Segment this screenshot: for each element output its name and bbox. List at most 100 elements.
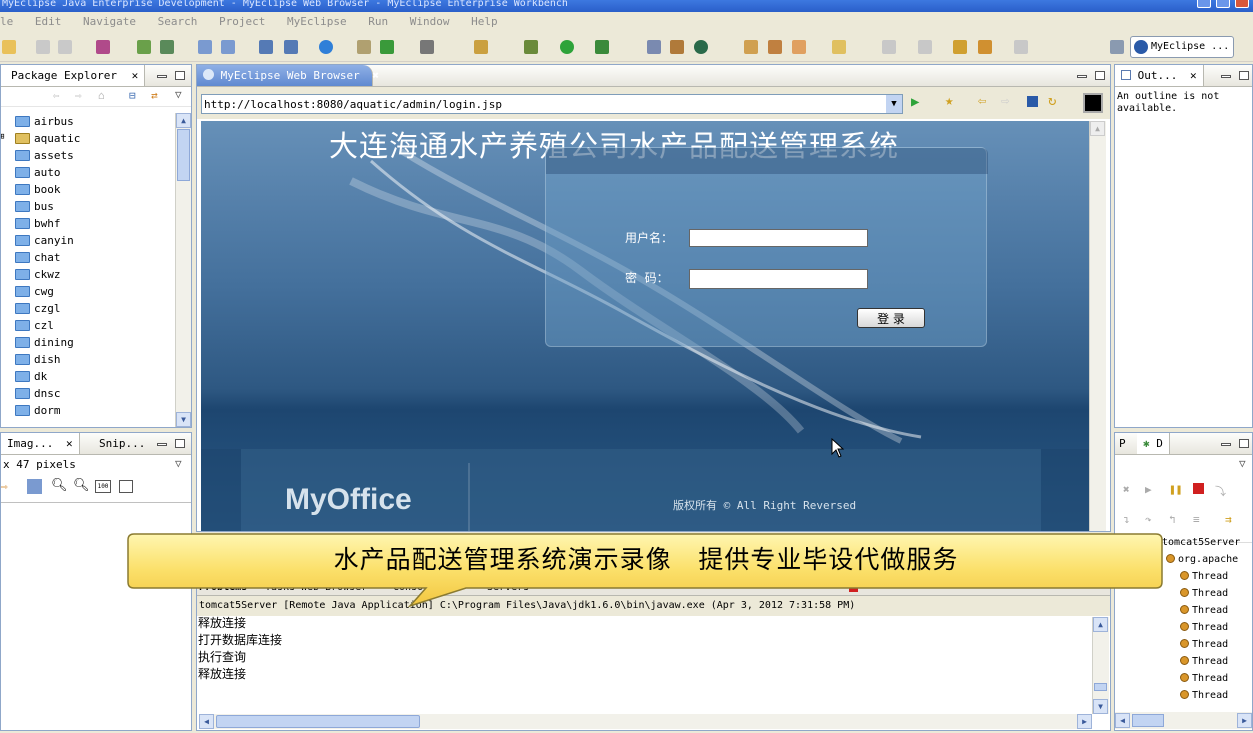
close-icon[interactable]: ✖	[372, 69, 379, 82]
view-menu-icon[interactable]: ▽	[175, 88, 182, 101]
debug-tree-item[interactable]: Thread	[1180, 670, 1228, 687]
minimize-icon[interactable]	[157, 443, 167, 446]
prev-annotation-icon[interactable]	[918, 40, 932, 54]
maximize-icon[interactable]	[1239, 71, 1249, 80]
menu-edit[interactable]: Edit	[35, 15, 62, 28]
tree-item[interactable]: bus	[15, 198, 54, 215]
scroll-up-icon[interactable]: ▲	[1090, 121, 1105, 136]
server-config-icon[interactable]	[221, 40, 235, 54]
tree-item[interactable]: dk	[15, 368, 47, 385]
scroll-down-icon[interactable]: ▼	[1093, 699, 1108, 714]
c-icon[interactable]	[694, 40, 708, 54]
login-button[interactable]: 登 录	[857, 308, 925, 328]
menu-myeclipse[interactable]: MyEclipse	[287, 15, 347, 28]
maximize-icon[interactable]	[175, 71, 185, 80]
tab-web-browser[interactable]: MyEclipse Web Browser ✖	[197, 65, 379, 86]
disconnect-icon[interactable]: ⤵	[1215, 483, 1226, 499]
scroll-thumb[interactable]	[216, 715, 420, 728]
tree-item[interactable]: dorm	[15, 402, 61, 419]
menu-window[interactable]: Window	[410, 15, 450, 28]
run-icon[interactable]	[560, 40, 574, 54]
refresh-icon[interactable]	[380, 40, 394, 54]
menu-file[interactable]: le	[0, 15, 13, 28]
wizard-icon[interactable]	[474, 40, 488, 54]
new-web-project-icon[interactable]	[259, 40, 273, 54]
globe-icon[interactable]	[319, 40, 333, 54]
scroll-down-icon[interactable]: ▼	[176, 412, 191, 427]
browser-tool-icon[interactable]	[1083, 93, 1103, 113]
link-editor-icon[interactable]: ⇄	[151, 89, 158, 102]
minimize-icon[interactable]	[1221, 443, 1231, 446]
resume-icon[interactable]: ▶	[1145, 483, 1152, 496]
minimize-window-button[interactable]	[1197, 0, 1211, 8]
debug-tree-item[interactable]: Thread	[1180, 636, 1228, 653]
debug-tree-item[interactable]: Thread	[1180, 602, 1228, 619]
close-icon[interactable]: ✕	[66, 437, 73, 450]
tree-item[interactable]: cwg	[15, 283, 54, 300]
maximize-window-button[interactable]	[1216, 0, 1230, 8]
perspective-myeclipse[interactable]: MyEclipse ...	[1130, 36, 1234, 58]
collapse-all-icon[interactable]: ⊟	[129, 89, 136, 102]
save-icon[interactable]	[36, 40, 50, 54]
image-icon[interactable]	[27, 479, 42, 494]
tree-item[interactable]: dining	[15, 334, 74, 351]
open-folder-icon[interactable]	[744, 40, 758, 54]
minimize-icon[interactable]	[1221, 75, 1231, 78]
menu-project[interactable]: Project	[219, 15, 265, 28]
back-arrow-icon[interactable]: ⇦	[53, 89, 60, 102]
use-step-filters-icon[interactable]: ⇉	[1225, 513, 1232, 526]
tree-item[interactable]: aquatic	[15, 130, 80, 147]
tree-item[interactable]: book	[15, 181, 61, 198]
forward-icon[interactable]: ⇨	[1001, 93, 1009, 109]
maximize-icon[interactable]	[1095, 71, 1105, 80]
step-into-icon[interactable]: ↴	[1123, 513, 1130, 526]
new-folder-icon[interactable]	[647, 40, 661, 54]
new-class-icon[interactable]	[284, 40, 298, 54]
go-icon[interactable]: ▶	[911, 94, 919, 110]
remove-terminated-icon[interactable]: ✖	[1123, 483, 1130, 496]
scroll-left-icon[interactable]: ◀	[199, 714, 214, 729]
zoom-in-icon[interactable]: 🔍︎	[73, 478, 90, 493]
scroll-right-icon[interactable]: ▶	[1077, 714, 1092, 729]
next-annotation-icon[interactable]	[882, 40, 896, 54]
scroll-thumb[interactable]	[1132, 714, 1164, 727]
tab-snippets[interactable]: Snip...	[99, 433, 145, 454]
forward-icon[interactable]	[1014, 40, 1028, 54]
drop-frame-icon[interactable]: ≡	[1193, 513, 1200, 526]
console-scrollbar-h[interactable]: ◀ ▶	[199, 714, 1092, 729]
tree-item[interactable]: dnsc	[15, 385, 61, 402]
new-file-icon[interactable]	[670, 40, 684, 54]
scroll-thumb[interactable]	[1094, 683, 1107, 691]
server-icon[interactable]	[198, 40, 212, 54]
debug-bug-icon[interactable]	[137, 40, 151, 54]
password-input[interactable]	[689, 269, 868, 289]
camera-icon[interactable]	[420, 40, 434, 54]
step-over-icon[interactable]: ↷	[1145, 513, 1152, 526]
pen-icon[interactable]	[768, 40, 782, 54]
debug-run-icon[interactable]	[524, 40, 538, 54]
debug-tree-item[interactable]: Thread	[1180, 585, 1228, 602]
deploy-icon[interactable]	[160, 40, 174, 54]
close-window-button[interactable]	[1235, 0, 1249, 8]
debug-tree-item[interactable]: tomcat5Server	[1162, 534, 1240, 551]
tab-outline[interactable]: Out... ✕	[1115, 65, 1204, 86]
package-explorer-scrollbar[interactable]: ▲ ▼	[175, 113, 191, 427]
scroll-right-icon[interactable]: ▶	[1237, 713, 1252, 728]
search-folder-icon[interactable]	[832, 40, 846, 54]
scroll-up-icon[interactable]: ▲	[1093, 617, 1108, 632]
url-dropdown-icon[interactable]: ▼	[886, 95, 902, 113]
scroll-left-icon[interactable]: ◀	[1115, 713, 1130, 728]
actual-size-icon[interactable]: 100	[95, 480, 111, 493]
tree-item[interactable]: canyin	[15, 232, 74, 249]
expand-icon[interactable]: ⊞	[1, 132, 4, 142]
close-icon[interactable]: ✕	[1190, 69, 1197, 82]
view-menu-icon[interactable]: ▽	[1239, 457, 1246, 470]
minimize-icon[interactable]	[157, 75, 167, 78]
tab-debug[interactable]: ✱ D	[1137, 433, 1170, 454]
tree-item[interactable]: auto	[15, 164, 61, 181]
favorites-icon[interactable]: ★	[945, 93, 953, 109]
minimize-icon[interactable]	[1077, 75, 1087, 78]
tree-item[interactable]: airbus	[15, 113, 74, 130]
view-menu-icon[interactable]: ▽	[175, 457, 182, 470]
debug-tree-item[interactable]: Thread	[1180, 653, 1228, 670]
